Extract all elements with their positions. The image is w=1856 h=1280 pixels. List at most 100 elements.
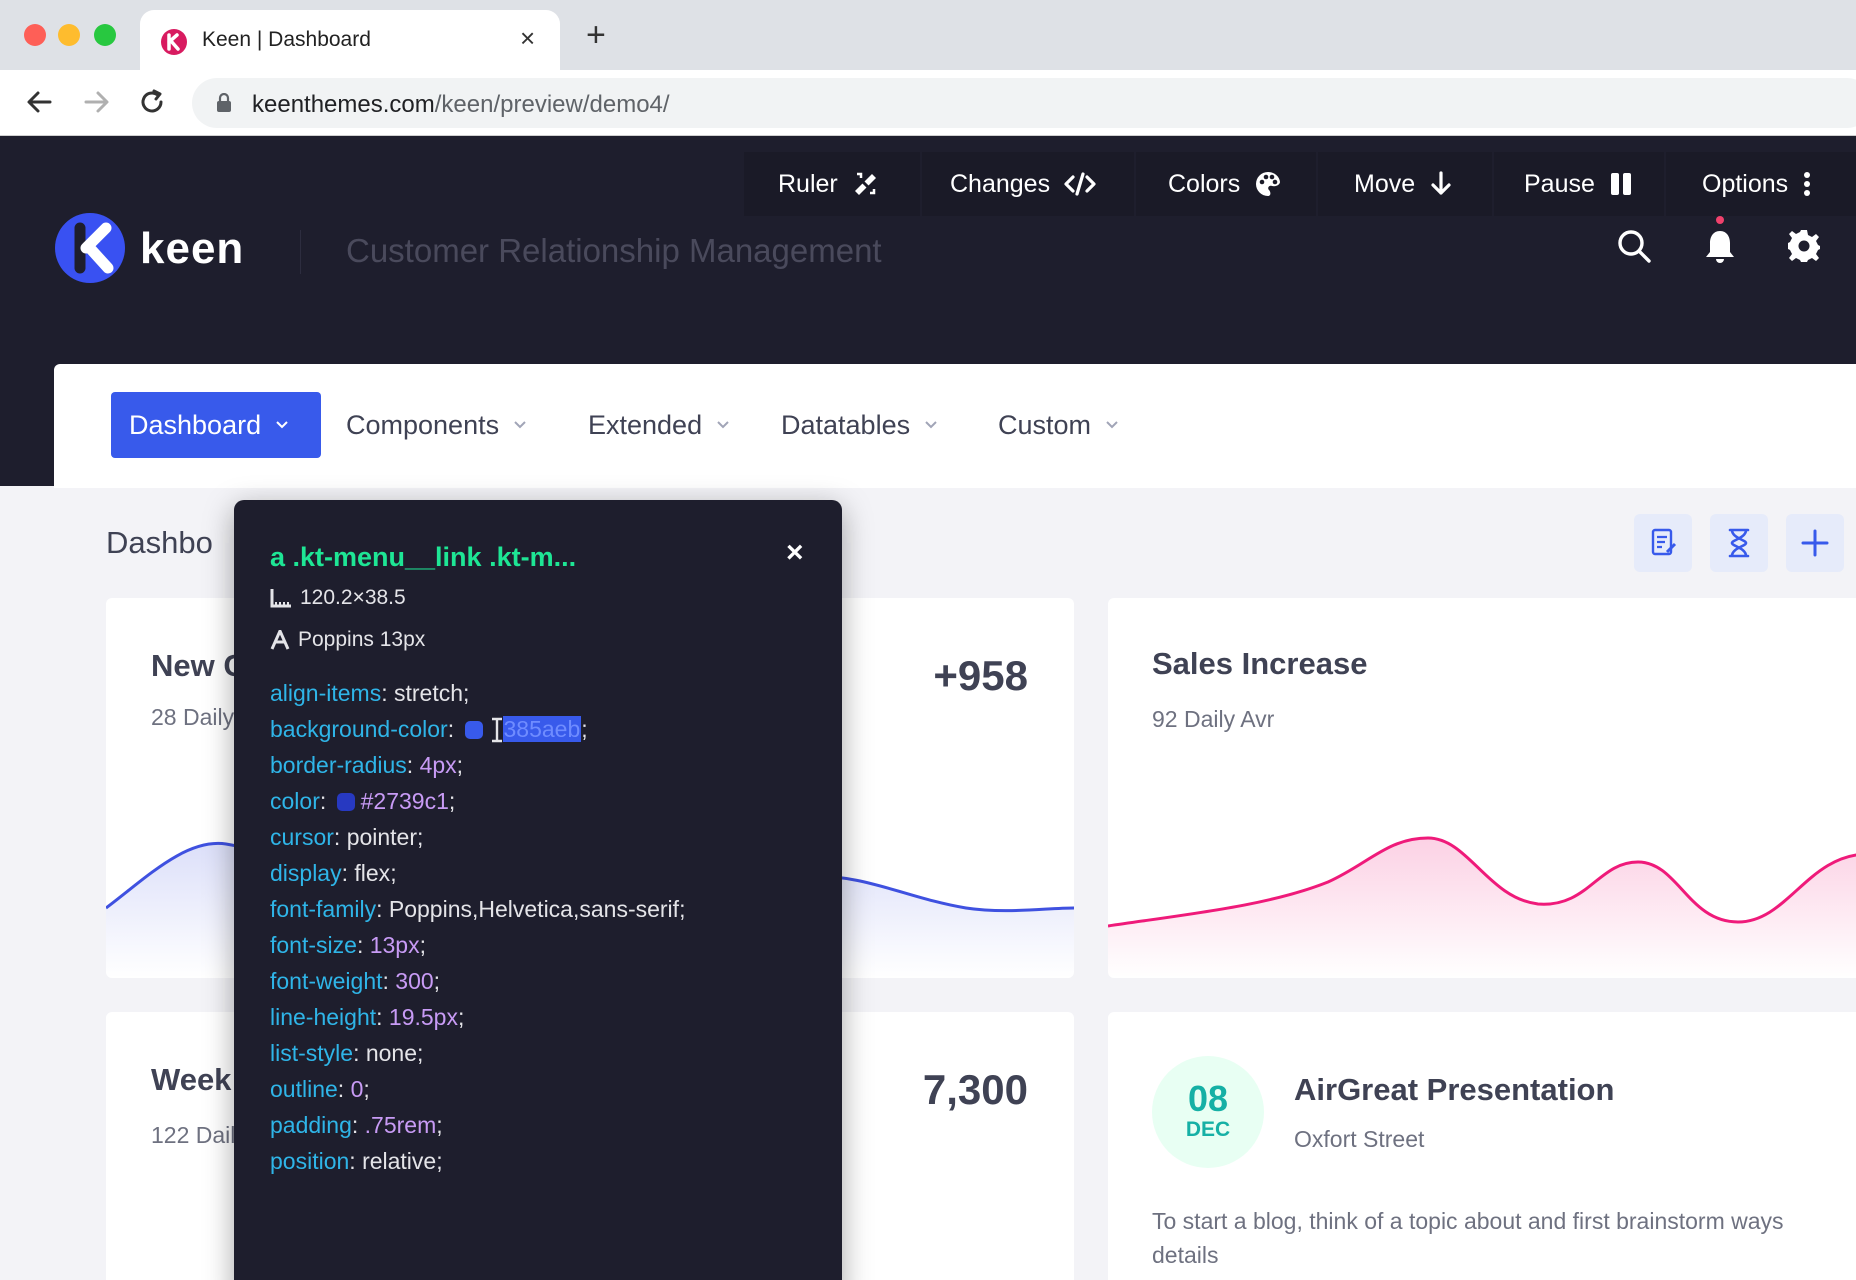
plus-icon bbox=[1801, 529, 1829, 557]
inspector-font: Poppins 13px bbox=[270, 628, 425, 652]
url-text: keenthemes.com/keen/preview/demo4/ bbox=[252, 91, 670, 119]
inspector-close-icon[interactable]: × bbox=[786, 536, 804, 570]
reload-icon[interactable] bbox=[134, 84, 170, 120]
browser-tab[interactable]: Keen | Dashboard × bbox=[140, 10, 560, 70]
forward-arrow-icon[interactable] bbox=[78, 84, 114, 120]
prop-value: flex bbox=[354, 860, 391, 886]
lock-icon bbox=[217, 93, 231, 112]
date-day: 08 bbox=[1187, 1078, 1229, 1119]
chevron-down-icon bbox=[514, 421, 526, 429]
prop-value: .75rem bbox=[364, 1112, 437, 1138]
pause-icon bbox=[1610, 173, 1631, 195]
ruler-button[interactable]: Ruler bbox=[778, 152, 878, 216]
menu-label: Extended bbox=[588, 409, 703, 440]
card-title: New C bbox=[151, 648, 246, 683]
window-close-button[interactable] bbox=[24, 24, 46, 46]
font-icon bbox=[270, 630, 290, 650]
menu-label: Components bbox=[346, 409, 500, 440]
prop-key: color bbox=[270, 788, 320, 814]
prop-key: outline bbox=[270, 1076, 338, 1102]
chevron-down-icon bbox=[1106, 421, 1118, 429]
chevron-down-icon bbox=[717, 421, 729, 429]
color-swatch bbox=[336, 793, 355, 811]
pause-label: Pause bbox=[1524, 169, 1595, 198]
prop-font-weight: font-weight: 300; bbox=[270, 968, 441, 994]
prop-key: font-weight bbox=[270, 968, 383, 994]
move-label: Move bbox=[1354, 169, 1416, 198]
prop-value-selected[interactable]: 385aeb bbox=[502, 716, 582, 742]
prop-key: font-family bbox=[270, 896, 377, 922]
card-title: Week bbox=[151, 1062, 232, 1097]
date-month: DEC bbox=[1185, 1118, 1231, 1141]
stats-card-sales: Sales Increase 92 Daily Avr bbox=[1108, 598, 1856, 978]
color-swatch bbox=[464, 721, 483, 739]
options-button[interactable]: Options bbox=[1702, 152, 1812, 216]
window-minimize-button[interactable] bbox=[58, 24, 80, 46]
url-input[interactable]: keenthemes.com/keen/preview/demo4/ bbox=[192, 78, 1856, 128]
hourglass-icon bbox=[1728, 528, 1750, 558]
browser-tab-bar: Keen | Dashboard × + bbox=[0, 0, 1856, 70]
keen-favicon-icon bbox=[161, 29, 187, 55]
prop-list-style: list-style: none; bbox=[270, 1040, 424, 1066]
prop-outline: outline: 0; bbox=[270, 1076, 370, 1102]
prop-key: background-color bbox=[270, 716, 448, 742]
changes-button[interactable]: Changes bbox=[950, 152, 1096, 216]
colors-button[interactable]: Colors bbox=[1168, 152, 1282, 216]
pause-button[interactable]: Pause bbox=[1524, 152, 1633, 216]
event-card: 08 DEC AirGreat Presentation Oxfort Stre… bbox=[1108, 1012, 1856, 1280]
url-host: keenthemes.com bbox=[252, 91, 435, 118]
prop-value: 4px bbox=[419, 752, 457, 778]
menu-item-custom[interactable]: Custom bbox=[998, 392, 1119, 458]
brand-name[interactable]: keen bbox=[140, 224, 244, 274]
prop-value: #2739c1 bbox=[360, 788, 449, 814]
tab-title: Keen | Dashboard bbox=[202, 28, 371, 51]
colors-label: Colors bbox=[1168, 169, 1241, 198]
add-button[interactable] bbox=[1786, 514, 1844, 572]
card-title: Sales Increase bbox=[1152, 646, 1368, 681]
window-zoom-button[interactable] bbox=[94, 24, 116, 46]
header-subtitle: Customer Relationship Management bbox=[346, 232, 882, 269]
event-location: Oxfort Street bbox=[1294, 1126, 1425, 1152]
menu-item-dashboard[interactable]: Dashboard bbox=[111, 392, 321, 458]
tab-close-icon[interactable]: × bbox=[520, 23, 535, 54]
prop-value: 19.5px bbox=[388, 1004, 458, 1030]
menu-item-extended[interactable]: Extended bbox=[588, 392, 730, 458]
event-description: To start a blog, think of a topic about … bbox=[1152, 1208, 1784, 1234]
devbar-divider bbox=[1492, 152, 1494, 216]
menu-item-components[interactable]: Components bbox=[346, 392, 527, 458]
menu-item-datatables[interactable]: Datatables bbox=[781, 392, 938, 458]
reports-button[interactable] bbox=[1634, 514, 1692, 572]
inspector-selector: a .kt-menu__link .kt-m... bbox=[270, 542, 577, 572]
prop-color: color: #2739c1; bbox=[270, 788, 456, 814]
move-button[interactable]: Move bbox=[1354, 152, 1453, 216]
inspector-size-value: 120.2×38.5 bbox=[300, 586, 406, 609]
timer-button[interactable] bbox=[1710, 514, 1768, 572]
new-tab-button[interactable]: + bbox=[586, 18, 606, 52]
prop-key: border-radius bbox=[270, 752, 407, 778]
document-edit-icon bbox=[1651, 528, 1677, 556]
header-divider bbox=[300, 230, 301, 274]
bell-icon[interactable] bbox=[1702, 228, 1738, 264]
prop-key: line-height bbox=[270, 1004, 377, 1030]
options-label: Options bbox=[1702, 169, 1789, 198]
devbar-divider bbox=[920, 152, 922, 216]
prop-font-family: font-family: Poppins,Helvetica,sans-seri… bbox=[270, 896, 686, 922]
gear-icon[interactable] bbox=[1786, 228, 1822, 264]
prop-key: font-size bbox=[270, 932, 357, 958]
keen-logo-icon[interactable] bbox=[54, 212, 126, 284]
prop-key: cursor bbox=[270, 824, 334, 850]
devbar-divider bbox=[1664, 152, 1666, 216]
ruler-icon bbox=[853, 172, 876, 196]
address-bar: keenthemes.com/keen/preview/demo4/ bbox=[0, 70, 1856, 136]
inspector-size: 120.2×38.5 bbox=[270, 586, 406, 610]
card-subtitle: 28 Daily bbox=[151, 704, 235, 730]
search-icon[interactable] bbox=[1616, 228, 1652, 264]
prop-value: 0 bbox=[350, 1076, 364, 1102]
prop-font-size: font-size: 13px; bbox=[270, 932, 426, 958]
back-arrow-icon[interactable] bbox=[22, 84, 58, 120]
event-title[interactable]: AirGreat Presentation bbox=[1294, 1072, 1614, 1108]
notification-dot bbox=[1716, 216, 1724, 224]
prop-value: 300 bbox=[395, 968, 434, 994]
ruler-label: Ruler bbox=[778, 169, 838, 198]
prop-key: align-items bbox=[270, 680, 382, 706]
